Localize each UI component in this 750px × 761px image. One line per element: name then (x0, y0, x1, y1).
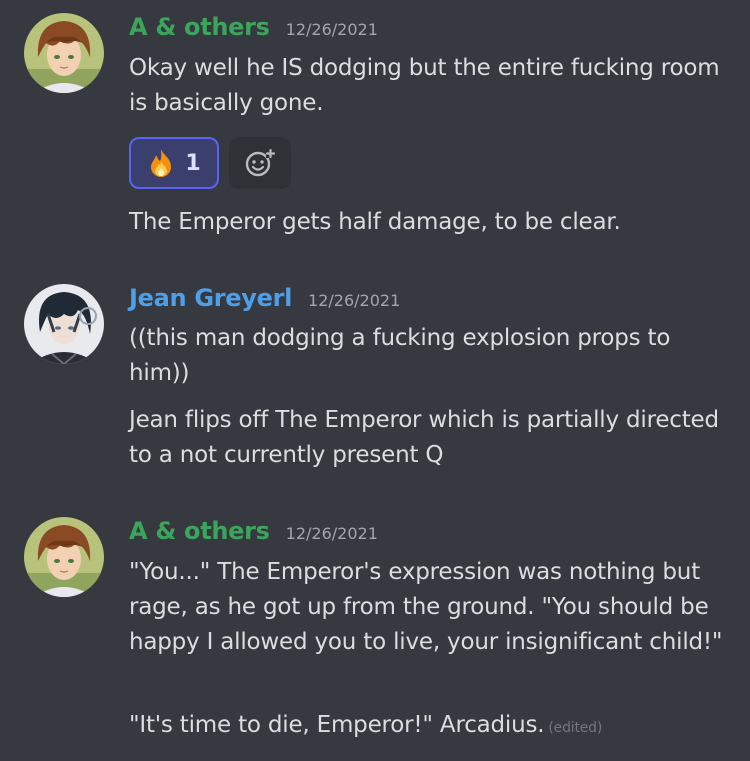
reaction-count: 1 (185, 150, 201, 176)
fire-reaction-button[interactable]: 1 (129, 137, 219, 189)
timestamp: 12/26/2021 (308, 291, 401, 310)
message-text: "You..." The Emperor's expression was no… (129, 559, 723, 655)
add-reaction-button[interactable] (229, 137, 291, 189)
username[interactable]: A & others (129, 13, 270, 41)
reactions-bar: 1 (129, 137, 291, 189)
avatar-image (24, 284, 104, 364)
message-header: A & others 12/26/2021 (129, 517, 378, 551)
timestamp: 12/26/2021 (285, 20, 378, 39)
message-text-content: "It's time to die, Emperor!" Arcadius. (129, 712, 545, 738)
message-text: Jean flips off The Emperor which is part… (129, 407, 719, 468)
username[interactable]: A & others (129, 517, 270, 545)
fire-icon (151, 149, 172, 177)
message-text: The Emperor gets half damage, to be clea… (129, 209, 621, 235)
chat-log: A & others 12/26/2021 Okay well he IS do… (0, 0, 750, 761)
message-text: "It's time to die, Emperor!" Arcadius. (e… (129, 708, 729, 746)
avatar-image (24, 13, 104, 93)
username[interactable]: Jean Greyerl (129, 284, 292, 312)
edited-label: (edited) (548, 720, 603, 736)
avatar[interactable] (24, 13, 104, 93)
message-header: Jean Greyerl 12/26/2021 (129, 284, 400, 318)
message-header: A & others 12/26/2021 (129, 13, 378, 47)
avatar[interactable] (24, 284, 104, 364)
avatar[interactable] (24, 517, 104, 597)
message-text: Okay well he IS dodging but the entire f… (129, 55, 720, 116)
add-reaction-icon (245, 148, 276, 177)
message-text: ((this man dodging a fucking explosion p… (129, 325, 671, 386)
timestamp: 12/26/2021 (285, 524, 378, 543)
avatar-image (24, 517, 104, 597)
